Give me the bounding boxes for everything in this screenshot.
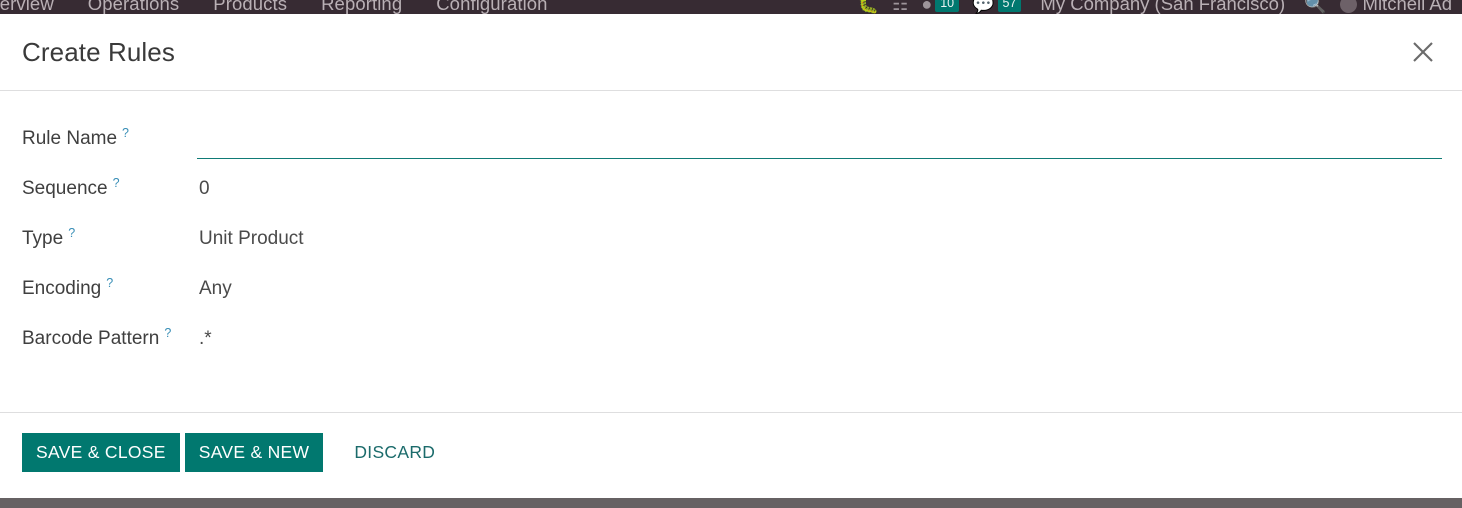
chat-message-group[interactable]: 💬 57 [972, 0, 1022, 13]
rule-name-input[interactable] [197, 128, 1442, 159]
clock-icon[interactable]: ● [921, 0, 932, 13]
chat-badge: 57 [997, 0, 1022, 13]
dialog-body: Rule Name ? Sequence ? 0 Type ? Unit Pro… [0, 91, 1462, 412]
avatar [1339, 0, 1357, 13]
field-label-sequence: Sequence ? [22, 164, 197, 214]
field-value-encoding[interactable]: Any [197, 264, 1442, 314]
encoding-label: Encoding [22, 278, 102, 299]
help-icon[interactable]: ? [113, 177, 120, 190]
nav-item-reporting[interactable]: Reporting [304, 0, 419, 15]
company-name[interactable]: My Company (San Francisco) [1034, 0, 1291, 15]
nav-item-products[interactable]: Products [196, 0, 304, 15]
help-icon[interactable]: ? [68, 227, 75, 240]
page-title: Create Rules [22, 36, 175, 67]
nav-item-configuration[interactable]: Configuration [419, 0, 564, 15]
help-icon[interactable]: ? [122, 127, 129, 140]
field-value-type[interactable]: Unit Product [197, 214, 1442, 264]
navbar-menu: ...erview Operations Products Reporting … [0, 0, 565, 15]
clock-badge: 10 [935, 0, 960, 13]
field-label-rule-name: Rule Name ? [22, 114, 197, 164]
sequence-value: 0 [199, 178, 210, 199]
user-name: Mitchell Ad [1362, 0, 1452, 14]
create-rules-dialog: Create Rules Rule Name ? Sequence ? 0 Ty… [0, 14, 1462, 494]
field-label-encoding: Encoding ? [22, 264, 197, 314]
field-value-barcode-pattern[interactable]: .* [197, 314, 1442, 364]
grid-icon[interactable]: ☷ [892, 0, 908, 13]
close-icon [1413, 42, 1433, 62]
bug-icon[interactable]: 🐛 [857, 0, 879, 13]
navbar-systray: 🐛 ☷ ● 10 💬 57 My Company (San Francisco)… [857, 0, 1456, 15]
user-menu[interactable]: Mitchell Ad [1339, 0, 1452, 15]
field-label-type: Type ? [22, 214, 197, 264]
sequence-label: Sequence [22, 178, 108, 199]
close-button[interactable] [1406, 35, 1440, 69]
type-value: Unit Product [199, 228, 304, 249]
rule-name-label: Rule Name [22, 128, 118, 149]
rule-form: Rule Name ? Sequence ? 0 Type ? Unit Pro… [22, 114, 1442, 364]
nav-item-operations[interactable]: Operations [71, 0, 197, 15]
field-value-rule-name [197, 114, 1442, 164]
nav-item-overview[interactable]: ...erview [0, 0, 71, 15]
barcode-pattern-label: Barcode Pattern [22, 328, 160, 349]
field-value-sequence[interactable]: 0 [197, 164, 1442, 214]
field-label-barcode-pattern: Barcode Pattern ? [22, 314, 197, 364]
chat-icon[interactable]: 💬 [972, 0, 994, 13]
dialog-footer: SAVE & CLOSE SAVE & NEW DISCARD [0, 412, 1462, 494]
help-icon[interactable]: ? [106, 277, 113, 290]
save-and-close-button[interactable]: SAVE & CLOSE [22, 433, 180, 472]
type-label: Type [22, 228, 64, 249]
save-and-new-button[interactable]: SAVE & NEW [184, 433, 324, 472]
discard-button[interactable]: DISCARD [340, 433, 449, 472]
bottom-strip [0, 498, 1462, 508]
dialog-header: Create Rules [0, 14, 1462, 91]
search-icon[interactable]: 🔍 [1304, 0, 1326, 13]
encoding-value: Any [199, 278, 232, 299]
help-icon[interactable]: ? [164, 327, 171, 340]
clock-activity-group[interactable]: ● 10 [921, 0, 960, 13]
barcode-pattern-value: .* [199, 328, 212, 349]
